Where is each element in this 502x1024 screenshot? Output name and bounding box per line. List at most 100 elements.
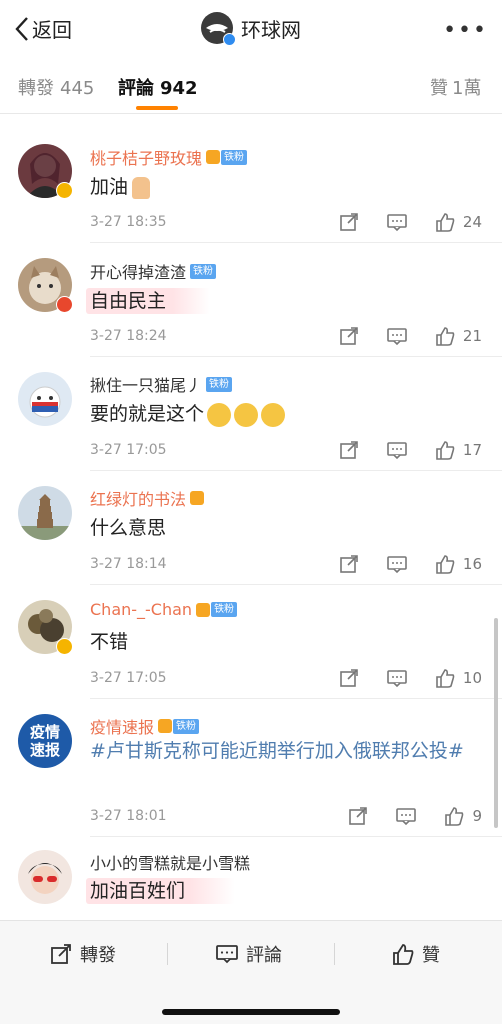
comment-text: 加油 (90, 172, 151, 199)
like-button[interactable]: 24 (435, 212, 482, 232)
comment-label: 評論 (246, 945, 282, 966)
like-button[interactable]: 10 (435, 668, 482, 688)
avatar[interactable] (18, 486, 72, 540)
like-count: 24 (462, 213, 482, 231)
tab-bar: 轉發 445 評論 942 贊 1萬 (0, 58, 502, 114)
comment-author[interactable]: Chan-_-Chan 铁粉 (90, 600, 238, 619)
verified-badge-icon (56, 182, 73, 199)
tab-repost-count: 445 (60, 78, 95, 99)
tab-comments[interactable]: 評論 942 (118, 74, 198, 100)
comment-text: 不错 (90, 631, 129, 653)
like-button[interactable]: 9 (444, 806, 482, 826)
thumbs-up-icon (436, 441, 455, 460)
comment-time: 3-27 18:35 (90, 214, 167, 230)
comment-author[interactable]: 红绿灯的书法 (90, 486, 205, 510)
comment-actions: 21 (339, 326, 482, 346)
crown-icon (196, 602, 211, 617)
share-icon[interactable] (348, 806, 368, 826)
comment-list[interactable]: 桃子桔子野玫瑰 铁粉 加油 3-27 18:35 24 开心得掉渣渣 铁粉 自由… (0, 114, 502, 920)
share-icon (51, 944, 71, 964)
comment-author[interactable]: 小小的雪糕就是小雪糕 (90, 850, 250, 874)
repost-label: 轉發 (80, 945, 116, 966)
thumbs-up-icon (393, 944, 414, 965)
comment-time: 3-27 17:05 (90, 442, 167, 458)
fan-tag: 铁粉 (206, 376, 233, 392)
crown-icon (190, 491, 205, 505)
comment-author[interactable]: 桃子桔子野玫瑰 铁粉 (90, 145, 248, 169)
comment-author[interactable]: 疫情速报 铁粉 (90, 714, 200, 738)
more-menu-button[interactable]: ••• (443, 18, 488, 43)
comment-text: 自由民主 (86, 286, 211, 314)
share-icon[interactable] (339, 212, 359, 232)
like-count: 17 (462, 441, 482, 459)
tab-likes-count: 1萬 (452, 78, 482, 99)
fan-badge: 铁粉 (158, 718, 200, 734)
vip-badge-icon (56, 296, 73, 313)
row-divider (90, 242, 502, 243)
bottom-action-bar: 轉發 評論 贊 (0, 920, 502, 1024)
comment-text: 加油百姓们 (86, 876, 236, 904)
like-label: 贊 (422, 945, 440, 966)
row-divider (90, 698, 502, 699)
like-button[interactable]: 17 (435, 440, 482, 460)
like-button[interactable]: 16 (435, 554, 482, 574)
crown-icon (206, 150, 221, 164)
comment-time: 3-27 18:01 (90, 808, 167, 824)
author-name: 红绿灯的书法 (90, 490, 187, 509)
topic-hashtag-link[interactable]: #卢甘斯克称可能近期举行加入俄联邦公投# (90, 736, 490, 766)
avatar[interactable]: 疫情 速报 (18, 714, 72, 768)
author-name: Chan-_-Chan (90, 600, 193, 619)
comment-text: 什么意思 (90, 517, 167, 539)
author-name: 疫情速报 (90, 718, 155, 737)
repost-button[interactable]: 轉發 (50, 941, 116, 967)
share-icon[interactable] (339, 554, 359, 574)
avatar[interactable] (18, 372, 72, 426)
tab-repost[interactable]: 轉發 445 (18, 74, 94, 100)
doge-emoji-icon (207, 402, 232, 427)
like-post-button[interactable]: 贊 (392, 941, 440, 967)
reply-icon[interactable] (387, 440, 407, 460)
like-count: 10 (462, 669, 482, 687)
reply-icon[interactable] (387, 668, 407, 688)
author-name: 桃子桔子野玫瑰 (90, 149, 203, 168)
avatar[interactable] (18, 850, 72, 904)
separator (334, 943, 335, 965)
fan-badge: 铁粉 (196, 602, 238, 617)
comment-actions: 9 (348, 806, 482, 826)
comment-icon (216, 945, 238, 964)
fan-badge: 铁粉 (206, 149, 248, 165)
thumbs-up-icon (445, 807, 464, 826)
like-button[interactable]: 21 (435, 326, 482, 346)
comment-time: 3-27 18:14 (90, 556, 167, 572)
thumbs-up-icon (436, 669, 455, 688)
like-count: 16 (462, 555, 482, 573)
share-icon[interactable] (339, 326, 359, 346)
fan-tag: 铁粉 (221, 149, 248, 165)
reply-icon[interactable] (387, 326, 407, 346)
comment-text: 要的就是这个 (90, 399, 286, 427)
home-indicator[interactable] (162, 1009, 340, 1015)
author-name: 揪住一只猫尾丿 (90, 376, 203, 395)
comment-author[interactable]: 开心得掉渣渣 铁粉 (90, 259, 217, 283)
tab-repost-label: 轉發 (18, 78, 54, 99)
fan-tag: 铁粉 (211, 602, 238, 617)
scrollbar[interactable] (494, 618, 498, 828)
share-icon[interactable] (339, 440, 359, 460)
tab-comments-label: 評論 (118, 78, 154, 99)
reply-icon[interactable] (387, 212, 407, 232)
comment-actions: 16 (339, 554, 482, 574)
reply-icon[interactable] (387, 554, 407, 574)
verified-badge-icon (56, 638, 73, 655)
like-count: 21 (462, 327, 482, 345)
comment-author[interactable]: 揪住一只猫尾丿 铁粉 (90, 372, 233, 396)
author-name: 开心得掉渣渣 (90, 263, 187, 282)
account-title[interactable]: 环球网 (0, 12, 502, 46)
thumbs-up-emoji-icon (132, 176, 151, 199)
active-tab-indicator (136, 106, 178, 110)
fan-badge: 铁粉 (206, 376, 233, 392)
tab-comments-count: 942 (160, 78, 198, 99)
comment-button[interactable]: 評論 (216, 941, 282, 967)
share-icon[interactable] (339, 668, 359, 688)
reply-icon[interactable] (396, 806, 417, 826)
tab-likes[interactable]: 贊 1萬 (430, 74, 481, 100)
